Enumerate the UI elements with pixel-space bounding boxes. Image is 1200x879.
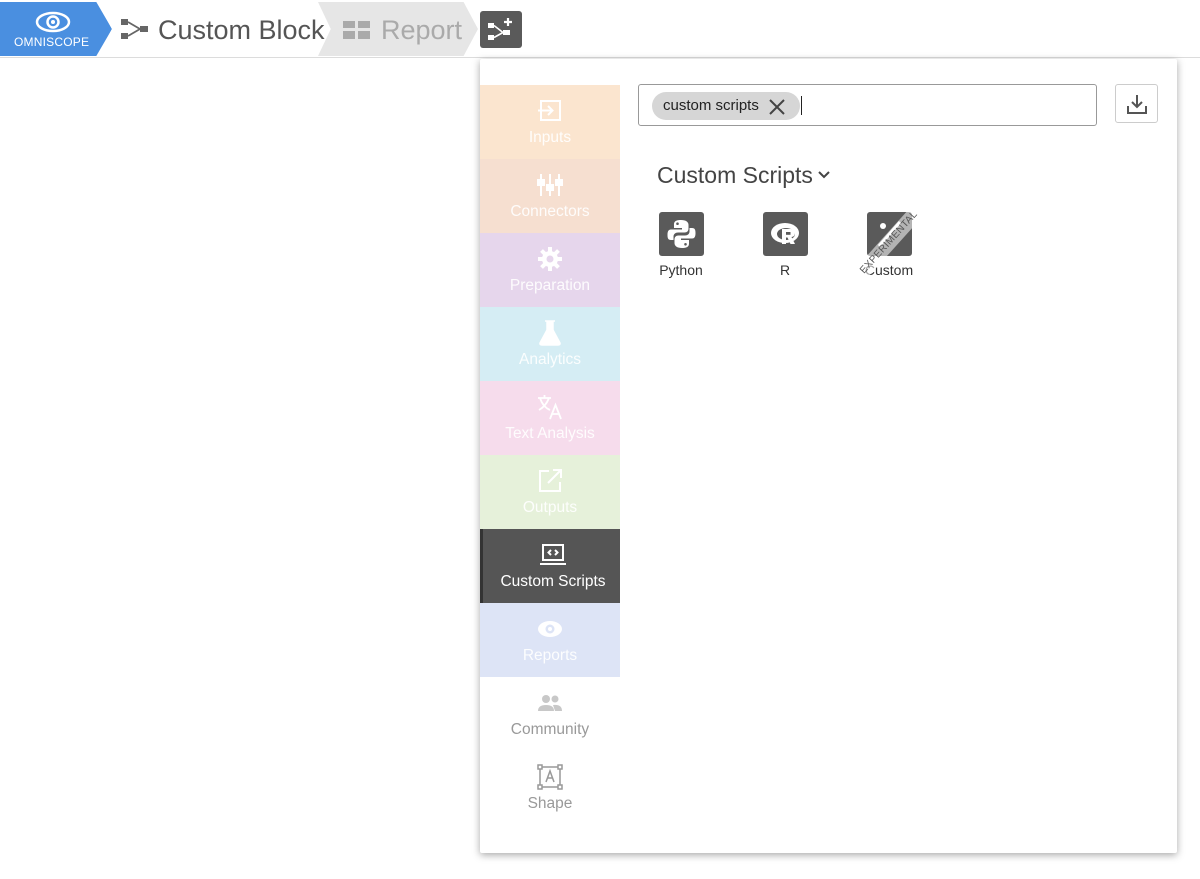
category-label: Preparation	[509, 277, 591, 294]
category-label: Outputs	[522, 499, 578, 516]
category-inputs[interactable]: Inputs	[480, 85, 620, 159]
r-icon	[771, 223, 799, 244]
category-text-analysis[interactable]: Text Analysis	[480, 381, 620, 455]
shape-icon	[537, 764, 563, 790]
block-python[interactable]: Python	[646, 211, 716, 281]
category-community[interactable]: Community	[480, 677, 620, 751]
gear-icon	[538, 247, 562, 271]
category-connectors[interactable]: Connectors	[480, 159, 620, 233]
category-label: Custom Scripts	[500, 573, 606, 590]
logo-text: OMNISCOPE	[14, 35, 90, 49]
close-icon[interactable]	[768, 98, 786, 116]
people-icon	[538, 695, 562, 711]
category-label: Reports	[522, 647, 578, 664]
breadcrumb-report[interactable]: Report	[318, 2, 478, 56]
category-list: Inputs Connectors Preparation Analytics …	[480, 85, 620, 825]
connectors-icon	[537, 174, 563, 196]
top-bar: OMNISCOPE Custom Block Report	[0, 0, 1200, 58]
category-label: Shape	[527, 795, 573, 812]
text-cursor	[801, 96, 802, 115]
code-screen-icon	[540, 544, 566, 565]
block-label: R	[779, 262, 791, 278]
search-chip: custom scripts	[652, 92, 800, 120]
search-chip-label: custom scripts	[663, 97, 759, 114]
category-label: Text Analysis	[505, 425, 595, 442]
category-label: Community	[510, 721, 590, 738]
block-tile	[763, 212, 808, 256]
chevron-down-icon[interactable]	[817, 170, 831, 180]
import-block-button[interactable]	[1115, 84, 1158, 123]
category-label: Inputs	[528, 129, 572, 146]
omniscope-logo[interactable]: OMNISCOPE	[0, 2, 112, 56]
report-icon	[343, 21, 370, 39]
external-link-icon	[539, 469, 562, 492]
breadcrumb-label: Custom Block	[158, 15, 325, 45]
add-block-button[interactable]	[480, 11, 522, 48]
block-tile	[659, 212, 704, 256]
add-block-icon	[488, 18, 512, 40]
python-icon	[667, 220, 696, 248]
search-input[interactable]: custom scripts	[638, 84, 1097, 126]
eye-icon	[538, 621, 562, 637]
category-reports[interactable]: Reports	[480, 603, 620, 677]
category-custom-scripts[interactable]: Custom Scripts	[480, 529, 620, 603]
breadcrumb-label: Report	[381, 15, 463, 45]
workflow-icon	[121, 19, 148, 39]
translate-icon	[538, 395, 562, 420]
add-block-panel: Inputs Connectors Preparation Analytics …	[480, 59, 1177, 853]
category-preparation[interactable]: Preparation	[480, 233, 620, 307]
block-r[interactable]: R	[750, 211, 820, 281]
input-icon	[538, 100, 561, 121]
breadcrumb-custom-block[interactable]: Custom Block	[98, 2, 330, 56]
category-outputs[interactable]: Outputs	[480, 455, 620, 529]
category-shape[interactable]: Shape	[480, 751, 620, 825]
category-label: Analytics	[518, 351, 582, 368]
category-label: Connectors	[510, 203, 590, 220]
download-icon	[1127, 95, 1147, 114]
flask-icon	[539, 320, 561, 346]
category-analytics[interactable]: Analytics	[480, 307, 620, 381]
section-title[interactable]: Custom Scripts	[657, 162, 813, 189]
eye-logo-icon	[35, 11, 71, 33]
block-label: Python	[659, 262, 703, 278]
